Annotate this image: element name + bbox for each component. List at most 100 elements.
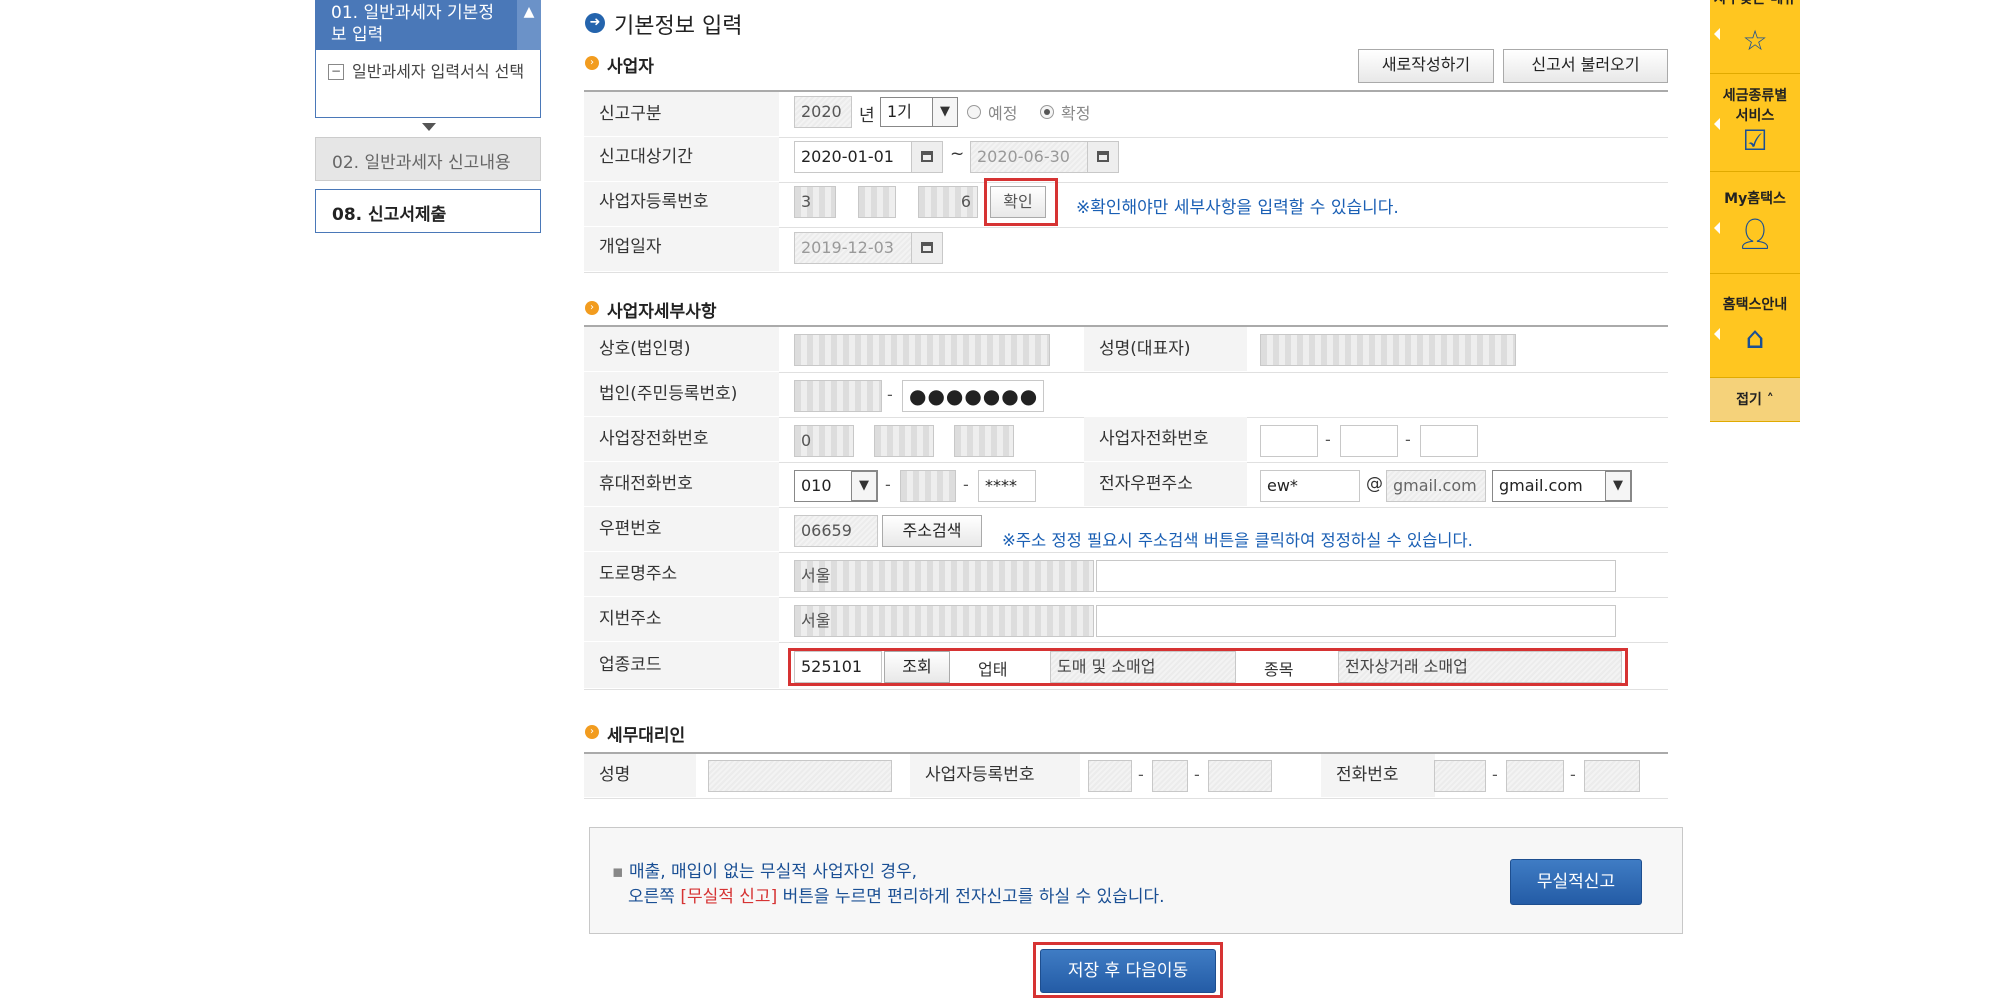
- quick-menu-my-hometax[interactable]: My홈택스 👤︎: [1710, 172, 1800, 274]
- section-bullet-icon: ›: [585, 301, 599, 315]
- highlight-box: [788, 648, 1628, 686]
- year-input[interactable]: 2020: [794, 96, 852, 128]
- quick-menu-tax-services[interactable]: 세금종류별 서비스 ☑: [1710, 74, 1800, 172]
- dash-separator: -: [1570, 765, 1576, 784]
- agent-reg-no-part1[interactable]: [1088, 760, 1132, 792]
- address-search-button[interactable]: 주소검색: [882, 515, 982, 547]
- calendar-icon[interactable]: [1087, 141, 1119, 173]
- radio-preliminary[interactable]: [967, 105, 981, 119]
- email-id-input[interactable]: ew*: [1260, 470, 1360, 502]
- sidebar-step-report-content[interactable]: 02. 일반과세자 신고내용: [315, 137, 541, 181]
- owner-phone-label: 사업자전화번호: [1084, 417, 1247, 461]
- zip-input[interactable]: 06659: [794, 515, 878, 547]
- sidebar-sub-label: 일반과세자 입력서식 선택: [352, 62, 525, 81]
- highlight-box: [984, 178, 1058, 226]
- sidebar-sub-item[interactable]: − 일반과세자 입력서식 선택: [315, 50, 541, 118]
- agent-phone-part3[interactable]: [1584, 760, 1640, 792]
- quick-menu-collapse[interactable]: 접기 ˄: [1710, 378, 1800, 422]
- biz-phone-part3[interactable]: [954, 425, 1014, 457]
- agent-reg-no-part2[interactable]: [1152, 760, 1188, 792]
- bullet-icon: ▪: [612, 862, 629, 882]
- corp-no-back-input[interactable]: ●●●●●●●: [902, 380, 1044, 412]
- dash-separator: -: [885, 475, 891, 494]
- owner-phone-part3[interactable]: [1420, 425, 1478, 457]
- calendar-icon[interactable]: [911, 141, 943, 173]
- no-record-notice: ▪ 매출, 매입이 없는 무실적 사업자인 경우, 오른쪽 [무실적 신고] 버…: [589, 827, 1683, 934]
- agent-reg-no-label: 사업자등록번호: [910, 754, 1080, 797]
- arrow-right-circle-icon: ➜: [585, 13, 605, 33]
- open-date-label: 개업일자: [584, 227, 779, 271]
- open-date-input[interactable]: 2019-12-03: [794, 232, 912, 264]
- calendar-icon[interactable]: [911, 232, 943, 264]
- corp-no-label: 법인(주민등록번호): [584, 372, 779, 416]
- star-icon: ☆: [1742, 24, 1768, 57]
- owner-phone-part1[interactable]: [1260, 425, 1318, 457]
- section-bullet-icon: ›: [585, 725, 599, 739]
- quick-menu-label: 자주찾는 메뉴: [1710, 0, 1800, 26]
- chevron-down-icon[interactable]: ▼: [932, 97, 958, 127]
- radio-preliminary-label: 예정: [988, 104, 1018, 123]
- quick-menu-collapse-label: 접기: [1736, 392, 1762, 408]
- road-addr-detail-input[interactable]: [1096, 560, 1616, 592]
- corp-no-front-input[interactable]: [794, 380, 882, 412]
- industry-code-label: 업종코드: [584, 642, 779, 688]
- chevron-down-icon[interactable]: ▼: [851, 471, 877, 501]
- save-next-button[interactable]: 저장 후 다음이동: [1040, 949, 1216, 993]
- dash-separator: -: [1194, 765, 1200, 784]
- lot-addr-detail-input[interactable]: [1096, 605, 1616, 637]
- lot-addr-main-input[interactable]: 서울: [794, 605, 1094, 637]
- road-addr-main-input[interactable]: 서울: [794, 560, 1094, 592]
- biz-phone-part1-value: 0: [801, 431, 812, 450]
- agent-phone-part1[interactable]: [1434, 760, 1486, 792]
- rep-name-label: 성명(대표자): [1084, 327, 1247, 371]
- company-name-input[interactable]: [794, 334, 1050, 366]
- period-tilde: ~: [950, 144, 965, 164]
- owner-phone-part2[interactable]: [1340, 425, 1398, 457]
- period-select-value: 1기: [887, 102, 912, 121]
- radio-final-label: 확정: [1061, 104, 1091, 123]
- biz-phone-part1[interactable]: 0: [794, 425, 854, 457]
- table-row: 사업장전화번호 사업자전화번호: [584, 417, 1668, 463]
- sidebar-step-label: 01. 일반과세자 기본정보 입력: [331, 3, 494, 45]
- mobile-middle-input[interactable]: [900, 470, 956, 502]
- sidebar-step-basic-info[interactable]: 01. 일반과세자 기본정보 입력 ▲: [315, 0, 541, 50]
- notice-line1-text: 매출, 매입이 없는 무실적 사업자인 경우,: [628, 862, 918, 882]
- house-icon: ⌂: [1745, 321, 1765, 356]
- email-domain-input[interactable]: gmail.com: [1386, 470, 1486, 502]
- biz-phone-part2[interactable]: [874, 425, 934, 457]
- sidebar-step-label: 08. 신고서제출: [332, 205, 447, 225]
- quick-menu-hometax-guide[interactable]: 홈택스안내 ⌂: [1710, 274, 1800, 378]
- sidebar-step-submit[interactable]: 08. 신고서제출: [315, 189, 541, 233]
- agent-phone-part2[interactable]: [1506, 760, 1564, 792]
- reg-no-label: 사업자등록번호: [584, 182, 779, 226]
- radio-final[interactable]: [1040, 105, 1054, 119]
- agent-reg-no-part3[interactable]: [1208, 760, 1272, 792]
- mobile-label: 휴대전화번호: [584, 462, 779, 506]
- company-name-label: 상호(법인명): [584, 327, 779, 371]
- notice-line2: 오른쪽 [무실적 신고] 버튼을 누르면 편리하게 전자신고를 하실 수 있습니…: [628, 882, 1165, 907]
- arrow-left-icon: [1714, 328, 1720, 340]
- reg-no-part3[interactable]: 6: [918, 186, 978, 218]
- period-to-input[interactable]: 2020-06-30: [970, 141, 1088, 173]
- load-report-button[interactable]: 신고서 불러오기: [1503, 49, 1668, 83]
- chevron-down-icon[interactable]: ▼: [1605, 471, 1631, 501]
- period-from-input[interactable]: 2020-01-01: [794, 141, 912, 173]
- rep-name-input[interactable]: [1260, 334, 1516, 366]
- reg-no-part1[interactable]: 3: [794, 186, 836, 218]
- dash-separator: -: [963, 475, 969, 494]
- zip-label: 우편번호: [584, 507, 779, 551]
- page-title: 기본정보 입력: [614, 14, 743, 39]
- no-record-report-button[interactable]: 무실적신고: [1510, 859, 1642, 905]
- new-report-button[interactable]: 새로작성하기: [1358, 49, 1494, 83]
- agent-phone-label: 전화번호: [1321, 754, 1435, 797]
- reg-no-part1-value: 3: [801, 192, 812, 211]
- quick-menu-favorites[interactable]: 자주찾는 메뉴 ☆: [1710, 0, 1800, 74]
- table-row: 신고구분: [584, 92, 1668, 138]
- reg-no-part2[interactable]: [858, 186, 896, 218]
- agent-name-input[interactable]: [708, 760, 892, 792]
- sidebar-step-label: 02. 일반과세자 신고내용: [332, 153, 511, 173]
- chevron-up-icon[interactable]: ▲: [517, 0, 541, 50]
- reg-no-part3-value: 6: [960, 192, 971, 211]
- mobile-last-input[interactable]: ****: [978, 470, 1036, 502]
- report-type-label: 신고구분: [584, 92, 779, 136]
